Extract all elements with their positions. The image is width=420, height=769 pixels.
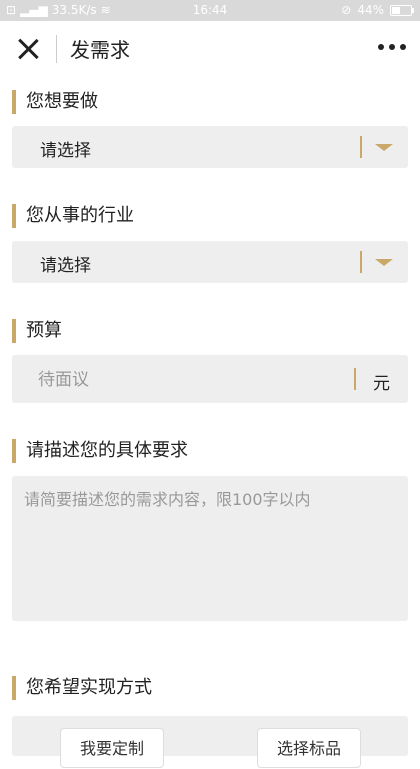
method-options: 我要定制 选择标品 bbox=[12, 716, 408, 768]
description-section-label: 请描述您的具体要求 bbox=[12, 438, 188, 464]
status-bar: ⊡ ▂▄▆ 33.5K/s ≋ 16:44 ⊘ 44% bbox=[0, 0, 420, 21]
industry-select-value: 请选择 bbox=[40, 256, 91, 276]
budget-field: 元 bbox=[12, 355, 408, 405]
budget-unit: 元 bbox=[373, 374, 390, 394]
want-section-label: 您想要做 bbox=[12, 89, 98, 115]
battery-icon bbox=[390, 4, 414, 16]
budget-divider bbox=[354, 368, 356, 390]
close-icon[interactable] bbox=[14, 35, 42, 63]
budget-input[interactable] bbox=[26, 355, 360, 405]
battery-percent: 44% bbox=[357, 3, 384, 17]
industry-select[interactable]: 请选择 bbox=[12, 241, 408, 283]
select-divider bbox=[360, 251, 362, 273]
select-divider bbox=[360, 136, 362, 158]
battery-fill bbox=[392, 6, 400, 14]
industry-section-label: 您从事的行业 bbox=[12, 203, 134, 229]
want-select[interactable]: 请选择 bbox=[12, 126, 408, 168]
method-section-label: 您希望实现方式 bbox=[12, 675, 152, 701]
mute-icon: ⊘ bbox=[341, 3, 352, 17]
description-field bbox=[12, 476, 408, 621]
custom-option-button[interactable]: 我要定制 bbox=[60, 728, 164, 768]
title-divider bbox=[56, 35, 57, 63]
description-textarea[interactable] bbox=[12, 476, 408, 621]
dropdown-caret-icon bbox=[375, 259, 393, 266]
dropdown-caret-icon bbox=[375, 144, 393, 151]
title-bar: 发需求 bbox=[0, 21, 420, 77]
more-options-icon[interactable] bbox=[378, 44, 406, 50]
want-select-value: 请选择 bbox=[40, 141, 91, 161]
status-right: ⊘ 44% bbox=[341, 3, 414, 17]
page-title: 发需求 bbox=[70, 38, 130, 62]
budget-section-label: 预算 bbox=[12, 318, 62, 344]
standard-option-button[interactable]: 选择标品 bbox=[257, 728, 361, 768]
